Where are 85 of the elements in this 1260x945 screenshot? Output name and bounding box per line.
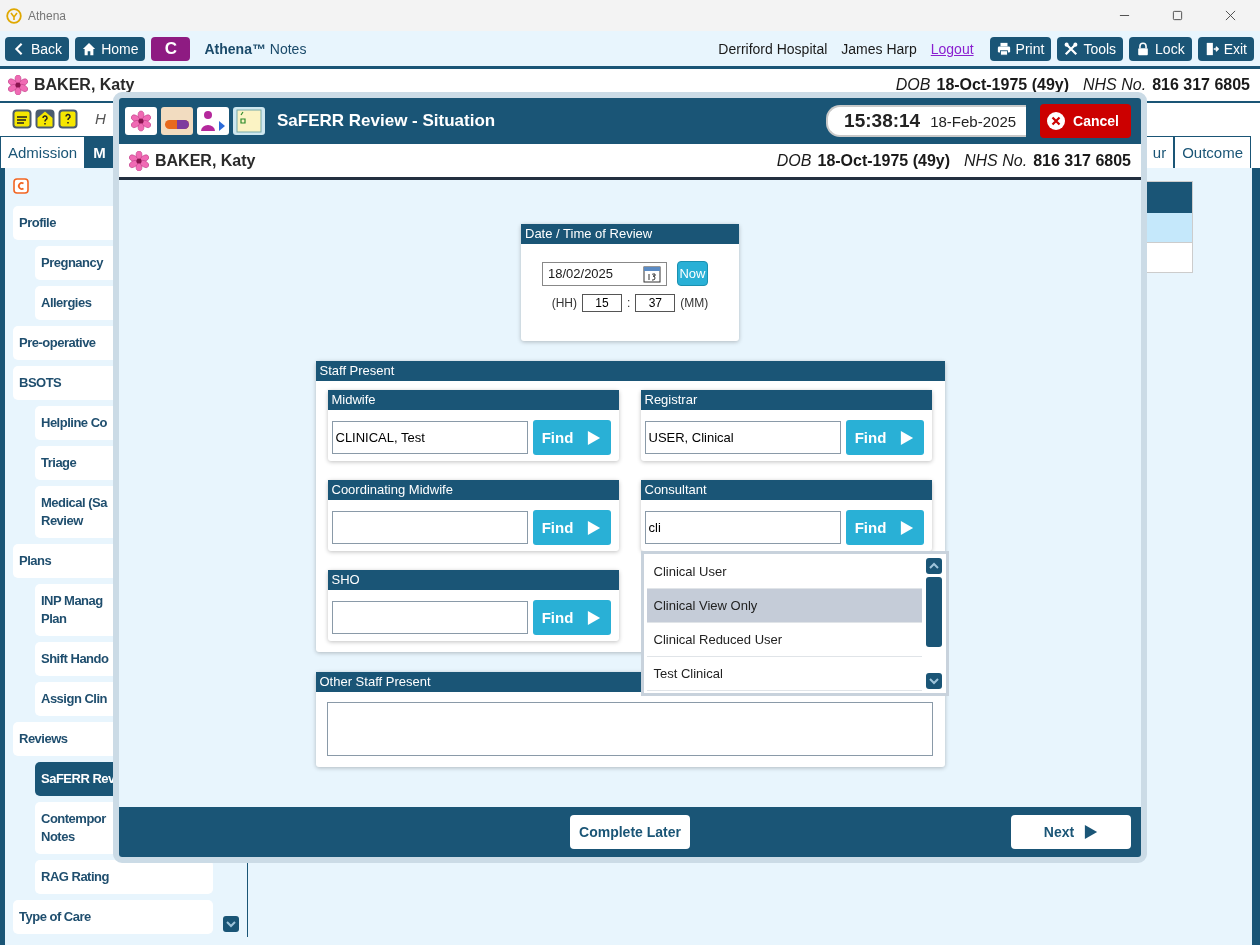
back-button[interactable]: Back [5, 36, 70, 61]
calendar-icon[interactable] [643, 264, 661, 283]
dob-value: 18-Oct-1975 (49y) [936, 76, 1069, 94]
home-icon [82, 41, 97, 56]
dob-value: 18-Oct-1975 (49y) [817, 151, 950, 170]
play-icon [1084, 824, 1099, 840]
scroll-down-icon[interactable] [925, 673, 942, 689]
dob-label: DOB [776, 151, 812, 170]
flower-icon [129, 150, 149, 171]
hand-help-icon[interactable] [12, 108, 32, 129]
flower-icon[interactable] [125, 107, 157, 135]
panel-header: Staff Present [315, 361, 945, 381]
exit-icon [1204, 41, 1219, 56]
help-icon[interactable] [58, 108, 78, 129]
hospital-name: Derriford Hospital [718, 40, 828, 57]
tab[interactable]: M [85, 136, 114, 168]
role-header: Consultant [640, 480, 932, 500]
app-logo-icon [6, 7, 22, 24]
play-icon [587, 609, 602, 626]
logout-link[interactable]: Logout [930, 40, 974, 57]
cancel-button[interactable]: Cancel [1040, 104, 1131, 138]
date-value: 18/02/2025 [548, 266, 614, 281]
header-hint: H [95, 110, 106, 127]
date-field[interactable]: 18/02/2025 [542, 261, 667, 286]
staff-field[interactable] [331, 601, 528, 634]
other-staff-field[interactable] [327, 702, 933, 756]
flower-icon [8, 75, 28, 95]
dob-label: DOB [895, 76, 931, 94]
exit-button[interactable]: Exit [1197, 36, 1254, 61]
capsule-icon[interactable] [161, 107, 193, 135]
hours-label: (HH) [551, 296, 577, 310]
role-header: Midwife [327, 390, 619, 410]
tools-icon [1064, 41, 1079, 56]
patient-name: BAKER, Katy [34, 76, 135, 94]
dialog-title: SaFERR Review - Situation [277, 111, 496, 131]
play-icon [900, 519, 915, 536]
app-title: Athena™ Notes [204, 40, 307, 57]
home-button[interactable]: Home [75, 36, 146, 61]
nhs-label: NHS No. [964, 151, 1028, 170]
play-icon [587, 429, 602, 446]
close-icon[interactable] [1225, 10, 1236, 21]
suggestion-item[interactable]: Test Clinical [646, 657, 922, 691]
lock-button[interactable]: Lock [1129, 36, 1192, 61]
role-header: Registrar [640, 390, 932, 410]
suggestion-item[interactable]: Clinical View Only [646, 589, 922, 623]
lock-icon [1136, 41, 1151, 56]
patient-name: BAKER, Katy [155, 151, 256, 170]
scroll-down-icon[interactable] [223, 916, 239, 932]
close-circle-icon [1046, 111, 1067, 131]
play-icon [900, 429, 915, 446]
print-button[interactable]: Print [989, 36, 1052, 61]
nhs-value: 816 317 6805 [1033, 151, 1131, 170]
tab[interactable]: Outcome [1174, 136, 1251, 168]
sidebar-item[interactable]: RAG Rating [35, 860, 213, 894]
staff-field[interactable] [331, 511, 528, 544]
staff-field[interactable]: cli [644, 511, 841, 544]
next-button[interactable]: Next [1011, 815, 1131, 849]
scroll-thumb[interactable] [925, 577, 942, 647]
c-badge-button[interactable]: C [151, 36, 191, 61]
user-name: James Harp [841, 40, 917, 57]
maximize-icon[interactable] [1172, 10, 1183, 21]
tab[interactable]: Admission [0, 136, 86, 168]
time-separator: : [627, 296, 631, 310]
minutes-field[interactable]: 37 [635, 294, 676, 312]
c-logo-icon [13, 178, 29, 194]
hours-field[interactable]: 15 [582, 294, 622, 312]
card-header: Date / Time of Review [521, 224, 739, 244]
role-header: Coordinating Midwife [327, 480, 619, 500]
printer-icon [996, 41, 1011, 56]
play-icon [587, 519, 602, 536]
clock-time: 15:38:14 [844, 109, 921, 133]
window-title: Athena [28, 8, 67, 23]
minutes-label: (MM) [680, 296, 709, 310]
nhs-value: 816 317 6805 [1152, 76, 1250, 94]
nhs-label: NHS No. [1083, 76, 1147, 94]
scroll-up-icon[interactable] [925, 558, 942, 574]
suggestion-item[interactable]: Clinical Reduced User [646, 623, 922, 657]
clock-date: 18-Feb-2025 [930, 113, 1017, 130]
staff-field[interactable]: USER, Clinical [644, 421, 841, 454]
complete-later-button[interactable]: Complete Later [570, 815, 690, 849]
tools-button[interactable]: Tools [1057, 36, 1124, 61]
staff-field[interactable]: CLINICAL, Test [331, 421, 528, 454]
home-help-icon[interactable] [35, 108, 55, 129]
sidebar-item[interactable]: Type of Care [13, 900, 213, 934]
role-header: SHO [327, 570, 619, 590]
